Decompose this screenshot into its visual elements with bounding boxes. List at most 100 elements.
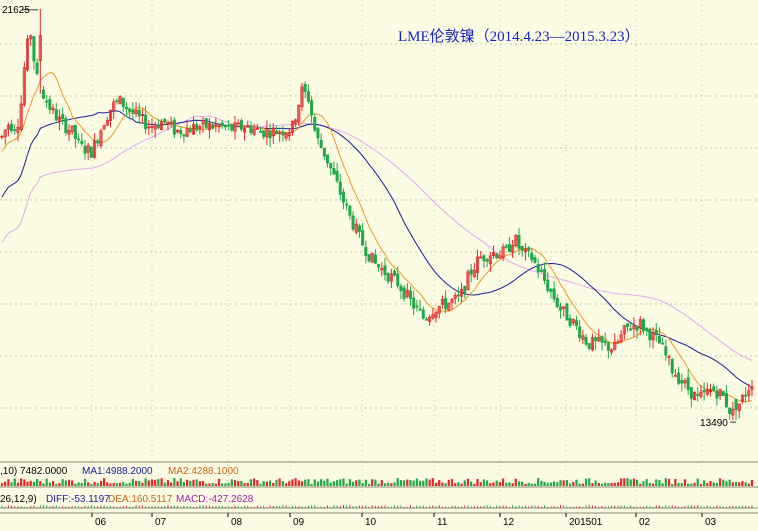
candle-down (549, 288, 553, 292)
volume-bar (648, 482, 651, 486)
candle-down (211, 124, 215, 129)
volume-bar (466, 478, 470, 486)
candle-down (35, 62, 39, 74)
candle-down (223, 125, 227, 128)
candle-down (156, 124, 160, 129)
volume-bar (524, 483, 527, 486)
candle-down (696, 393, 700, 396)
low-value-label: 13490 (700, 418, 728, 429)
volume-bar (591, 483, 594, 486)
volume-bar (725, 481, 728, 486)
volume-bar (64, 480, 67, 486)
candle-down (504, 245, 508, 248)
volume-bar (505, 482, 508, 486)
volume-bar (118, 482, 122, 486)
volume-bar (243, 483, 246, 486)
candle-down (383, 265, 387, 276)
volume-bar (696, 478, 699, 486)
volume-bar (387, 482, 390, 486)
volume-bar (693, 482, 696, 486)
volume-bar (428, 479, 431, 486)
candle-down (393, 270, 397, 276)
volume-bar (150, 479, 154, 486)
volume-bar (253, 478, 256, 486)
volume-bar (237, 481, 240, 486)
volume-bar (316, 481, 320, 486)
volume-bar (460, 483, 463, 486)
candle-down (424, 318, 428, 321)
volume-bar (83, 478, 87, 486)
volume-bar (623, 478, 626, 486)
candle-down (329, 162, 333, 169)
volume-bar (492, 482, 495, 486)
volume-bar (335, 480, 339, 486)
volume-bar (393, 482, 396, 486)
volume-bar (195, 479, 198, 486)
volume-bar (514, 478, 517, 486)
candle-down (322, 147, 326, 157)
volume-ma2-label: MA2:4288.1000 (168, 466, 239, 477)
volume-bar (680, 482, 683, 486)
candle-down (546, 279, 550, 291)
candle-down (89, 146, 93, 158)
volume-bar (741, 481, 744, 486)
volume-bar (575, 479, 578, 486)
volume-bar (288, 481, 291, 486)
volume-bar (182, 482, 186, 486)
candle-down (412, 297, 416, 309)
candle-down (686, 377, 690, 391)
volume-bar (227, 482, 230, 486)
volume-bar (284, 483, 288, 486)
volume-label: ,10) 7482.0000 (0, 466, 68, 477)
volume-bar (144, 478, 147, 486)
volume-bar (438, 480, 441, 486)
volume-bar (339, 479, 342, 486)
volume-bar (122, 482, 125, 486)
candle-down (306, 91, 310, 102)
candle-down (131, 109, 135, 114)
volume-bar (61, 479, 64, 486)
volume-bar (32, 481, 36, 486)
candle-down (552, 288, 556, 300)
volume-bar (747, 483, 750, 486)
volume-bar (103, 478, 106, 486)
candle-down (555, 297, 559, 308)
volume-bar (313, 479, 316, 486)
volume-bar (307, 479, 310, 486)
volume-bar (565, 480, 569, 486)
volume-bar (55, 483, 58, 486)
volume-bar (99, 480, 103, 486)
volume-bar (93, 481, 96, 486)
candle-down (507, 244, 511, 253)
candlestick-chart: 21625 13490 LME伦敦镍（2014.4.23—2015.3.23） ,10… (0, 0, 758, 531)
candle-down (578, 326, 582, 339)
candle-down (568, 317, 572, 326)
volume-bar (501, 478, 505, 486)
volume-bar (342, 478, 345, 486)
volume-bar (208, 483, 211, 486)
volume-bar (706, 483, 709, 486)
volume-bar (217, 478, 221, 486)
volume-bar (651, 483, 655, 486)
volume-bar (189, 480, 192, 486)
volume-bar (96, 483, 99, 486)
volume-bar (77, 482, 80, 486)
volume-bar (655, 479, 658, 486)
volume-bar (629, 479, 632, 486)
candle-down (115, 100, 119, 103)
volume-bar (355, 480, 358, 486)
volume-bar (578, 483, 581, 486)
volume-bar (300, 481, 304, 486)
volume-bar (361, 482, 364, 486)
volume-bar (268, 480, 272, 486)
volume-bar (447, 479, 450, 486)
candle-down (338, 181, 342, 195)
candle-down (495, 253, 499, 259)
volume-bar (671, 483, 674, 486)
volume-bar (750, 479, 754, 486)
candle-down (281, 131, 285, 136)
volume-bar (399, 480, 403, 486)
candle-down (645, 327, 649, 330)
volume-ma1-label: MA1:4988.2000 (82, 466, 153, 477)
candle-down (341, 191, 346, 203)
